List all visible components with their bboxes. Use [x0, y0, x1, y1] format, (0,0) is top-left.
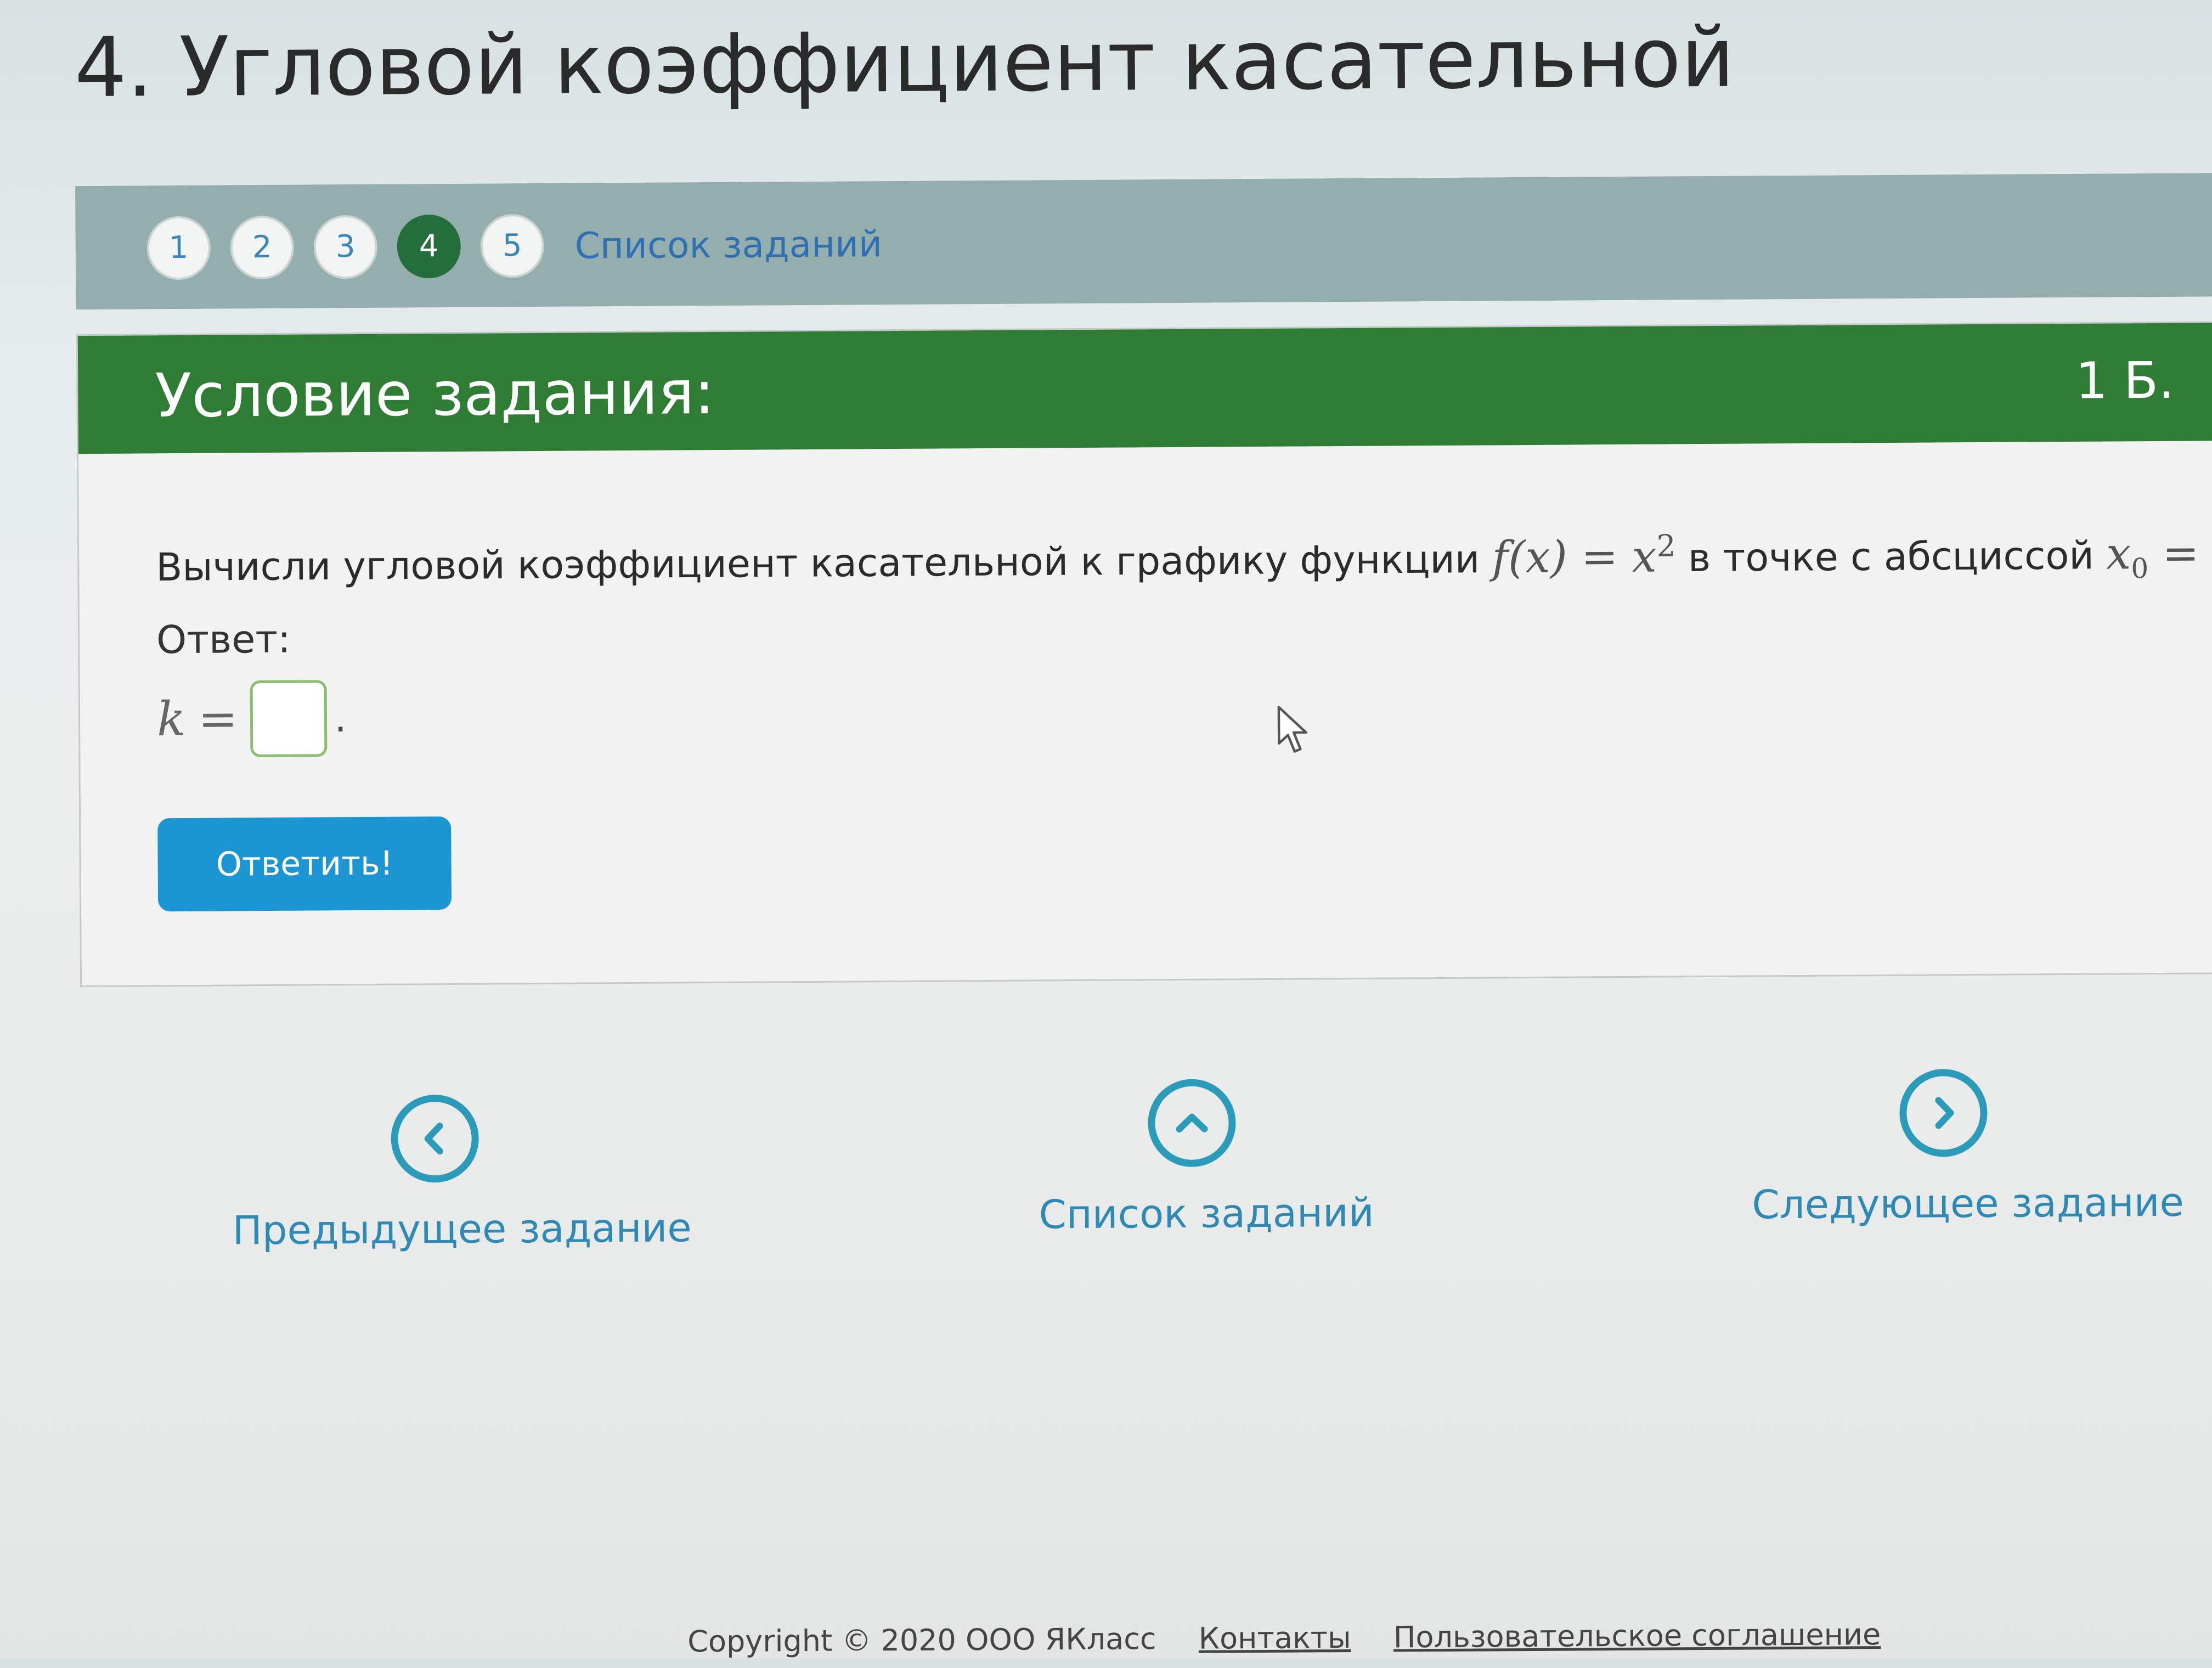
task-nav-item-1[interactable]: 1 — [146, 216, 211, 280]
formula-x0-var: x — [2106, 527, 2131, 579]
task-header: Условие задания: 1 Б. — [77, 323, 2212, 454]
formula-x0: x0 = -6. — [2106, 527, 2212, 584]
answer-equals: = — [198, 691, 238, 747]
answer-variable: k — [156, 691, 186, 747]
footer-agreement-link[interactable]: Пользовательское соглашение — [1393, 1617, 1881, 1654]
task-nav-item-3[interactable]: 3 — [313, 215, 378, 279]
task-nav-item-2[interactable]: 2 — [230, 215, 295, 280]
formula-f-body: f(x) = x — [1492, 531, 1657, 583]
next-task-nav[interactable]: Следующее задание — [1751, 1068, 2184, 1229]
prev-task-button[interactable] — [391, 1094, 479, 1183]
chevron-up-icon — [1176, 1113, 1208, 1132]
task-points: 1 Б. — [2075, 351, 2175, 410]
prev-task-nav[interactable]: Предыдущее задание — [232, 1094, 692, 1255]
next-task-button[interactable] — [1899, 1068, 1988, 1157]
formula-x0-value: = -6. — [2162, 527, 2212, 579]
formula-f: f(x) = x2 — [1492, 528, 1676, 583]
formula-f-exponent: 2 — [1656, 528, 1676, 563]
task-nav-item-5[interactable]: 5 — [480, 213, 545, 278]
question-text-1: Вычисли угловой коэффициент касательной … — [156, 537, 1480, 590]
chevron-right-icon — [1935, 1097, 1954, 1129]
task-card: Условие задания: 1 Б. Вычисли угловой ко… — [76, 321, 2212, 988]
question-text-2: в точке с абсциссой — [1688, 533, 2095, 581]
answer-label: Ответ: — [156, 616, 291, 663]
answer-period: . — [334, 696, 347, 741]
formula-x0-sub: 0 — [2131, 552, 2149, 584]
task-question: Вычисли угловой коэффициент касательной … — [156, 509, 2212, 613]
task-list-button[interactable] — [1148, 1079, 1237, 1168]
task-nav-bar: 1 2 3 4 5 Список заданий — [75, 173, 2212, 310]
page-title: 4. Угловой коэффициент касательной — [74, 10, 1735, 116]
prev-task-label[interactable]: Предыдущее задание — [232, 1203, 691, 1255]
footer-copyright: Copyright © 2020 ООО ЯКласс — [687, 1621, 1156, 1659]
mouse-cursor-icon — [1277, 706, 1307, 753]
task-list-link[interactable]: Список заданий — [574, 219, 883, 271]
chevron-left-icon — [424, 1123, 443, 1155]
footer: Copyright © 2020 ООО ЯКласс Контакты Пол… — [687, 1613, 1914, 1664]
task-header-title: Условие задания: — [155, 357, 715, 431]
submit-button[interactable]: Ответить! — [157, 816, 452, 912]
answer-row: k = . — [157, 680, 347, 763]
answer-input[interactable] — [250, 680, 328, 758]
next-task-label[interactable]: Следующее задание — [1752, 1177, 2184, 1229]
task-nav-item-4[interactable]: 4 — [397, 214, 461, 279]
task-list-nav[interactable]: Список заданий — [1038, 1078, 1374, 1239]
footer-contacts-link[interactable]: Контакты — [1199, 1620, 1351, 1656]
task-list-label[interactable]: Список заданий — [1039, 1188, 1374, 1239]
page: 4. Угловой коэффициент касательной 1 2 3… — [0, 0, 2212, 1659]
